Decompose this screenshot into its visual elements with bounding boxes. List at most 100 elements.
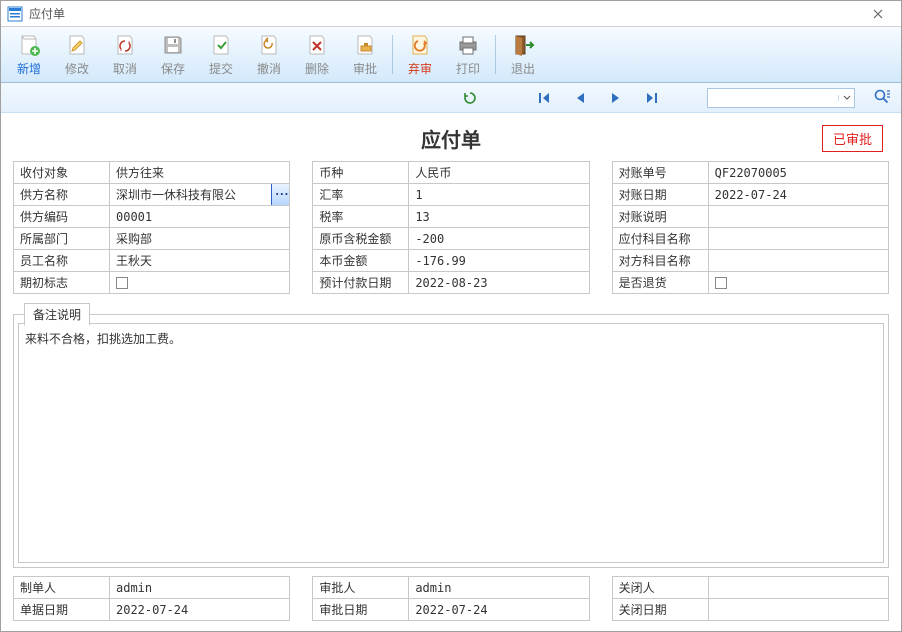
undo-label: 撤消 [257, 60, 281, 77]
edit-button[interactable]: 修改 [53, 29, 101, 80]
creator-value: admin [110, 581, 289, 595]
local-amount-value[interactable]: -176.99 [409, 254, 588, 268]
local-amount-label: 本币金额 [313, 250, 409, 272]
approve-label: 审批 [353, 60, 377, 77]
approver-value: admin [409, 581, 588, 595]
window-close-button[interactable] [861, 4, 895, 24]
payee-type-value[interactable]: 供方往来 [110, 164, 289, 181]
currency-value[interactable]: 人民币 [409, 164, 588, 181]
doc-date-value: 2022-07-24 [110, 603, 289, 617]
supplier-lookup-button[interactable]: ··· [271, 184, 289, 205]
orig-amount-value[interactable]: -200 [409, 232, 588, 246]
add-icon [16, 32, 42, 58]
est-pay-date-label: 预计付款日期 [313, 272, 409, 294]
undo-icon [256, 32, 282, 58]
footer-fields: 制单人 admin 单据日期 2022-07-24 审批人 admin 审批日期… [13, 576, 889, 621]
initial-flag-checkbox[interactable] [116, 277, 128, 289]
doc-date-label: 单据日期 [14, 599, 110, 621]
remarks-tab: 备注说明 [24, 303, 90, 326]
toolbar-separator [392, 35, 393, 74]
titlebar: 应付单 [1, 1, 901, 27]
app-window: 应付单 新增 修改 取消 保存 [0, 0, 902, 632]
supplier-name-value[interactable]: 深圳市一休科技有限公 [110, 184, 271, 205]
recon-no-label: 对账单号 [612, 162, 708, 184]
delete-label: 删除 [305, 60, 329, 77]
closer-label: 关闭人 [612, 577, 708, 599]
add-label: 新增 [17, 60, 41, 77]
submit-icon [208, 32, 234, 58]
recon-desc-label: 对账说明 [612, 206, 708, 228]
remarks-text[interactable]: 来料不合格，扣挑选加工费。 [18, 323, 884, 563]
refresh-button[interactable] [461, 89, 479, 107]
left-field-table: 收付对象 供方往来 供方名称 深圳市一休科技有限公··· 供方编码 00001 … [13, 161, 290, 294]
window-title: 应付单 [29, 5, 861, 22]
tax-rate-value[interactable]: 13 [409, 210, 588, 224]
est-pay-date-value[interactable]: 2022-08-23 [409, 276, 588, 290]
prev-record-button[interactable] [571, 89, 589, 107]
main-fields: 收付对象 供方往来 供方名称 深圳市一休科技有限公··· 供方编码 00001 … [13, 161, 889, 294]
tax-rate-label: 税率 [313, 206, 409, 228]
ap-subject-label: 应付科目名称 [612, 228, 708, 250]
close-date-label: 关闭日期 [612, 599, 708, 621]
remarks-group: 备注说明 来料不合格，扣挑选加工费。 [13, 314, 889, 568]
department-value[interactable]: 采购部 [110, 230, 289, 247]
employee-label: 员工名称 [14, 250, 110, 272]
approve-date-label: 审批日期 [313, 599, 409, 621]
recon-no-value[interactable]: QF22070005 [709, 166, 888, 180]
rate-value[interactable]: 1 [409, 188, 588, 202]
submit-label: 提交 [209, 60, 233, 77]
next-record-button[interactable] [607, 89, 625, 107]
approve-icon [352, 32, 378, 58]
last-record-button[interactable] [643, 89, 661, 107]
main-toolbar: 新增 修改 取消 保存 提交 [1, 27, 901, 83]
cancel-icon [112, 32, 138, 58]
recon-date-label: 对账日期 [612, 184, 708, 206]
undo-button[interactable]: 撤消 [245, 29, 293, 80]
doc-title: 应付单 [421, 124, 481, 153]
creator-label: 制单人 [14, 577, 110, 599]
nav-search-go-button[interactable] [873, 88, 891, 107]
department-label: 所属部门 [14, 228, 110, 250]
submit-button[interactable]: 提交 [197, 29, 245, 80]
currency-label: 币种 [313, 162, 409, 184]
cancel-button[interactable]: 取消 [101, 29, 149, 80]
nav-search-input[interactable] [708, 91, 838, 105]
exit-label: 退出 [511, 60, 535, 77]
recon-date-value[interactable]: 2022-07-24 [709, 188, 888, 202]
right-field-table: 对账单号 QF22070005 对账日期 2022-07-24 对账说明 应付科… [612, 161, 889, 294]
print-icon [455, 32, 481, 58]
footer-right-table: 关闭人 关闭日期 [612, 576, 889, 621]
doc-header: 应付单 已审批 [13, 121, 889, 155]
app-icon [7, 6, 23, 22]
payee-type-label: 收付对象 [14, 162, 110, 184]
exit-button[interactable]: 退出 [499, 29, 547, 80]
edit-label: 修改 [65, 60, 89, 77]
add-button[interactable]: 新增 [5, 29, 53, 80]
print-label: 打印 [456, 60, 480, 77]
cancel-label: 取消 [113, 60, 137, 77]
supplier-code-value[interactable]: 00001 [110, 210, 289, 224]
exit-icon [510, 32, 536, 58]
footer-mid-table: 审批人 admin 审批日期 2022-07-24 [312, 576, 589, 621]
abandon-approve-label: 弃审 [408, 60, 432, 77]
rate-label: 汇率 [313, 184, 409, 206]
save-icon [160, 32, 186, 58]
save-label: 保存 [161, 60, 185, 77]
employee-value[interactable]: 王秋天 [110, 252, 289, 269]
content-area: 应付单 已审批 收付对象 供方往来 供方名称 深圳市一休科技有限公··· 供方编… [1, 113, 901, 631]
print-button[interactable]: 打印 [444, 29, 492, 80]
edit-icon [64, 32, 90, 58]
save-button[interactable]: 保存 [149, 29, 197, 80]
approver-label: 审批人 [313, 577, 409, 599]
nav-search [707, 88, 855, 108]
delete-icon [304, 32, 330, 58]
nav-search-dropdown[interactable] [838, 95, 854, 101]
abandon-approve-button[interactable]: 弃审 [396, 29, 444, 80]
is-return-label: 是否退货 [612, 272, 708, 294]
delete-button[interactable]: 删除 [293, 29, 341, 80]
is-return-checkbox[interactable] [715, 277, 727, 289]
counter-subject-label: 对方科目名称 [612, 250, 708, 272]
first-record-button[interactable] [535, 89, 553, 107]
approve-date-value: 2022-07-24 [409, 603, 588, 617]
approve-button[interactable]: 审批 [341, 29, 389, 80]
